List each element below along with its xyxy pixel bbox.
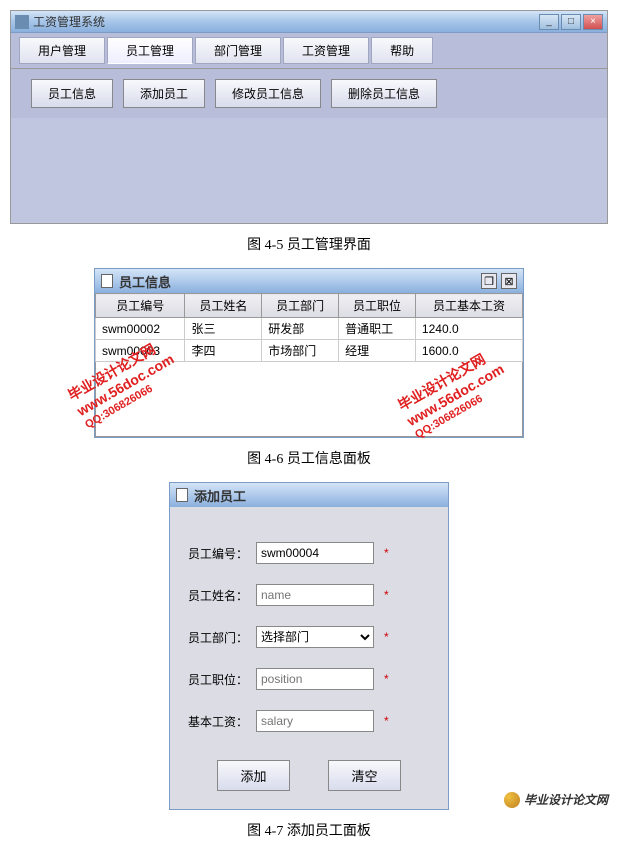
maximize-icon[interactable]: ❐ [481, 273, 497, 289]
required-mark: * [384, 546, 389, 560]
figure-caption-2: 图 4-6 员工信息面板 [0, 448, 618, 468]
close-icon[interactable]: ⊠ [501, 273, 517, 289]
col-id: 员工编号 [96, 294, 185, 318]
employee-table: 员工编号 员工姓名 员工部门 员工职位 员工基本工资 swm00002 张三 研… [95, 293, 523, 362]
toolbar: 员工信息 添加员工 修改员工信息 删除员工信息 [11, 69, 607, 118]
input-salary[interactable] [256, 710, 374, 732]
required-mark: * [384, 714, 389, 728]
titlebar: 工资管理系统 _ □ × [11, 11, 607, 33]
document-icon [101, 274, 113, 288]
employee-info-window: 员工信息 ❐ ⊠ 员工编号 员工姓名 员工部门 员工职位 员工基本工资 swm0… [94, 268, 524, 438]
main-window: 工资管理系统 _ □ × 用户管理 员工管理 部门管理 工资管理 帮助 员工信息… [10, 10, 608, 224]
label-position: 员工职位： [188, 671, 256, 688]
field-employee-id: 员工编号： * [188, 542, 430, 564]
label-dept: 员工部门： [188, 629, 256, 646]
label-salary: 基本工资： [188, 713, 256, 730]
tool-delete-employee[interactable]: 删除员工信息 [331, 79, 437, 108]
field-employee-position: 员工职位： * [188, 668, 430, 690]
minimize-button[interactable]: _ [539, 14, 559, 30]
input-name[interactable] [256, 584, 374, 606]
required-mark: * [384, 630, 389, 644]
figure-caption-1: 图 4-5 员工管理界面 [0, 234, 618, 254]
globe-icon [504, 792, 520, 808]
titlebar: 添加员工 [170, 483, 448, 507]
document-icon [176, 488, 188, 502]
col-name: 员工姓名 [185, 294, 262, 318]
window-title: 员工信息 [119, 272, 171, 291]
table-header-row: 员工编号 员工姓名 员工部门 员工职位 员工基本工资 [96, 294, 523, 318]
figure-caption-3: 图 4-7 添加员工面板 [0, 820, 618, 840]
titlebar: 员工信息 ❐ ⊠ [95, 269, 523, 293]
required-mark: * [384, 588, 389, 602]
button-row: 添加 清空 [188, 760, 430, 791]
menu-user-mgmt[interactable]: 用户管理 [19, 37, 105, 64]
tool-add-employee[interactable]: 添加员工 [123, 79, 205, 108]
required-mark: * [384, 672, 389, 686]
add-button[interactable]: 添加 [217, 760, 289, 791]
tool-employee-info[interactable]: 员工信息 [31, 79, 113, 108]
table-row[interactable]: swm00003 李四 市场部门 经理 1600.0 [96, 340, 523, 362]
form-body: 员工编号： * 员工姓名： * 员工部门： 选择部门 * 员工职位： * 基本工… [170, 507, 448, 809]
app-icon [15, 15, 29, 29]
window-title: 添加员工 [194, 486, 246, 505]
clear-button[interactable]: 清空 [328, 760, 400, 791]
content-area [11, 118, 607, 223]
input-id[interactable] [256, 542, 374, 564]
window-title: 工资管理系统 [33, 13, 105, 30]
label-name: 员工姓名： [188, 587, 256, 604]
maximize-button[interactable]: □ [561, 14, 581, 30]
table-row[interactable]: swm00002 张三 研发部 普通职工 1240.0 [96, 318, 523, 340]
col-position: 员工职位 [339, 294, 416, 318]
table-empty-area [95, 362, 523, 437]
menu-help[interactable]: 帮助 [371, 37, 433, 64]
field-employee-salary: 基本工资： * [188, 710, 430, 732]
label-id: 员工编号： [188, 545, 256, 562]
col-dept: 员工部门 [262, 294, 339, 318]
menu-employee-mgmt[interactable]: 员工管理 [107, 37, 193, 64]
field-employee-dept: 员工部门： 选择部门 * [188, 626, 430, 648]
footer-logo: 毕业设计论文网 [504, 791, 608, 808]
menu-salary-mgmt[interactable]: 工资管理 [283, 37, 369, 64]
menubar: 用户管理 员工管理 部门管理 工资管理 帮助 [11, 33, 607, 69]
col-salary: 员工基本工资 [415, 294, 522, 318]
input-position[interactable] [256, 668, 374, 690]
field-employee-name: 员工姓名： * [188, 584, 430, 606]
close-button[interactable]: × [583, 14, 603, 30]
tool-edit-employee[interactable]: 修改员工信息 [215, 79, 321, 108]
select-dept[interactable]: 选择部门 [256, 626, 374, 648]
add-employee-window: 添加员工 员工编号： * 员工姓名： * 员工部门： 选择部门 * 员工职位： … [169, 482, 449, 810]
menu-dept-mgmt[interactable]: 部门管理 [195, 37, 281, 64]
